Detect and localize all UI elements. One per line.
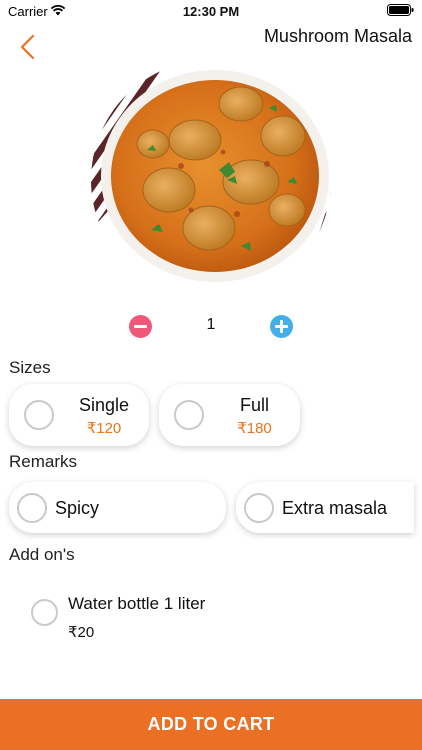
dish-photo [91, 60, 331, 300]
addon-item-water-bottle[interactable]: Water bottle 1 liter ₹20 [20, 585, 400, 655]
size-price: ₹180 [237, 420, 272, 437]
add-to-cart-button[interactable]: ADD TO CART [0, 699, 422, 750]
page-title: Mushroom Masala [263, 26, 412, 46]
status-time: 12:30 PM [182, 4, 240, 19]
status-bar: Carrier 12:30 PM [0, 0, 422, 22]
remark-label: Extra masala [282, 498, 388, 518]
size-option-single[interactable]: Single ₹120 [9, 384, 149, 446]
addons-label: Add on's [9, 545, 75, 564]
remark-option-spicy[interactable]: Spicy [9, 482, 226, 533]
addon-price: ₹20 [68, 624, 95, 641]
remark-label: Spicy [55, 498, 100, 518]
size-option-full[interactable]: Full ₹180 [159, 384, 300, 446]
size-name: Single [78, 395, 130, 415]
radio-circle-icon [244, 493, 274, 523]
radio-circle-icon [24, 400, 54, 430]
quantity-increase-button[interactable] [270, 315, 293, 338]
quantity-value: 1 [206, 316, 216, 333]
radio-circle-icon [17, 493, 47, 523]
addon-name: Water bottle 1 liter [68, 594, 206, 613]
size-name: Full [239, 395, 269, 415]
radio-circle-icon [31, 599, 58, 626]
chevron-left-icon[interactable] [18, 34, 40, 60]
battery-icon [387, 4, 414, 16]
size-price: ₹120 [86, 420, 122, 437]
radio-circle-icon [174, 400, 204, 430]
sizes-label: Sizes [9, 358, 51, 377]
remarks-label: Remarks [9, 452, 78, 471]
quantity-decrease-button[interactable] [129, 315, 152, 338]
remark-option-extra-masala[interactable]: Extra masala [236, 482, 414, 533]
